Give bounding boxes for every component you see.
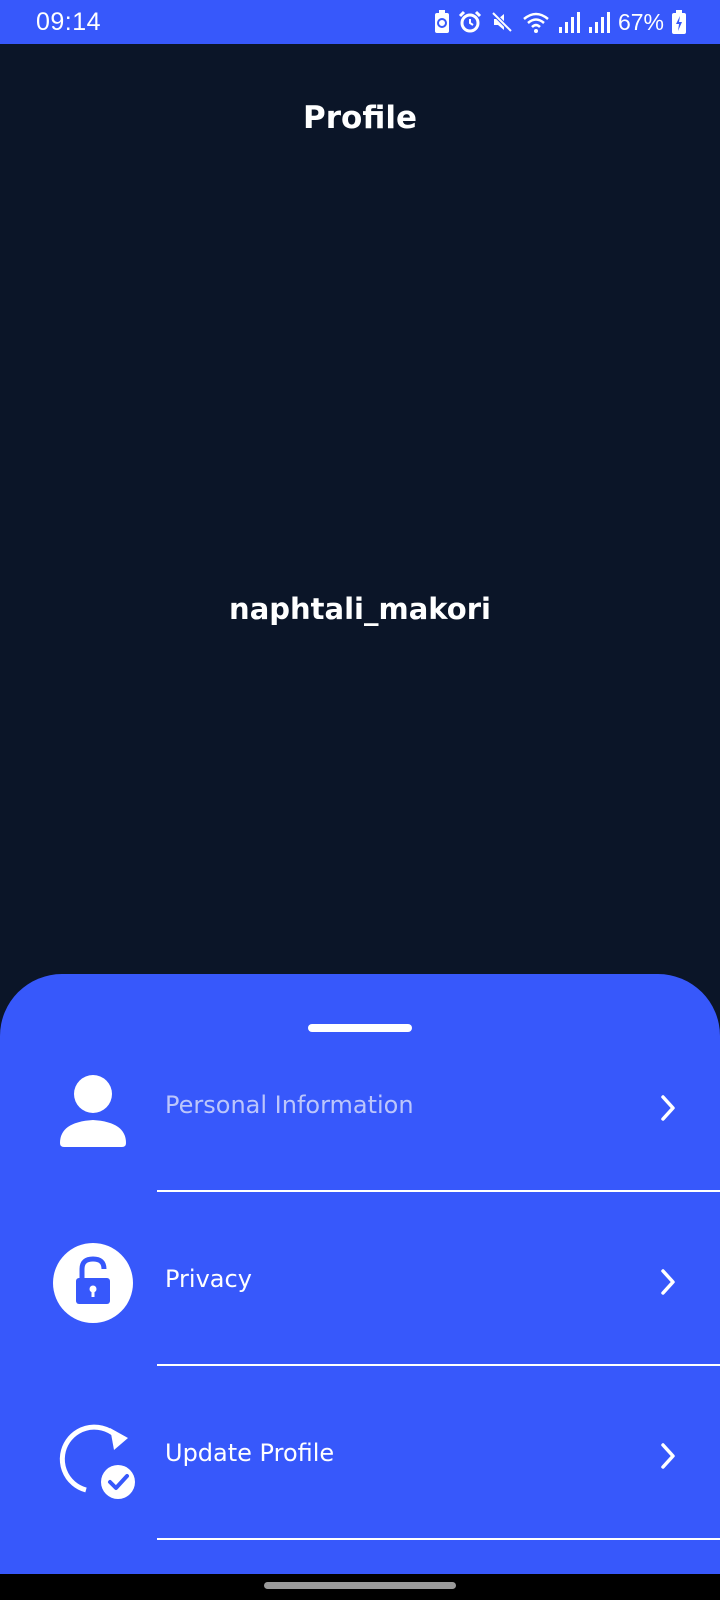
profile-username: naphtali_makori (229, 592, 491, 626)
chevron-right-icon (660, 1094, 676, 1122)
unlock-icon (48, 1238, 138, 1328)
status-time: 09:14 (36, 7, 102, 36)
menu-item-personal-information[interactable]: Personal Information (0, 1020, 720, 1192)
menu-item-privacy[interactable]: Privacy (0, 1194, 720, 1366)
divider (157, 1364, 720, 1366)
home-gesture-bar[interactable] (264, 1582, 456, 1589)
refresh-check-icon (48, 1412, 138, 1502)
battery-icon (672, 10, 686, 34)
menu-item-label: Update Profile (165, 1439, 335, 1467)
menu-item-update-profile[interactable]: Update Profile (0, 1368, 720, 1540)
menu-item-label: Personal Information (165, 1091, 414, 1119)
wifi-icon (522, 10, 550, 34)
signal-icon (558, 10, 580, 34)
battery-saver-icon (434, 10, 450, 34)
status-icons: 67% (434, 9, 686, 36)
system-nav-bar (0, 1574, 720, 1600)
divider (157, 1538, 720, 1540)
person-icon (48, 1064, 138, 1154)
chevron-right-icon (660, 1442, 676, 1470)
menu-item-label: Privacy (165, 1265, 252, 1293)
status-bar: 09:14 67% (0, 0, 720, 44)
mute-icon (490, 10, 514, 34)
profile-options-sheet: Personal Information Privacy Update Prof… (0, 974, 720, 1574)
divider (157, 1190, 720, 1192)
page-title: Profile (303, 100, 417, 136)
chevron-right-icon (660, 1268, 676, 1296)
battery-percent: 67% (617, 8, 664, 35)
alarm-icon (458, 10, 482, 34)
signal-icon (588, 10, 610, 34)
